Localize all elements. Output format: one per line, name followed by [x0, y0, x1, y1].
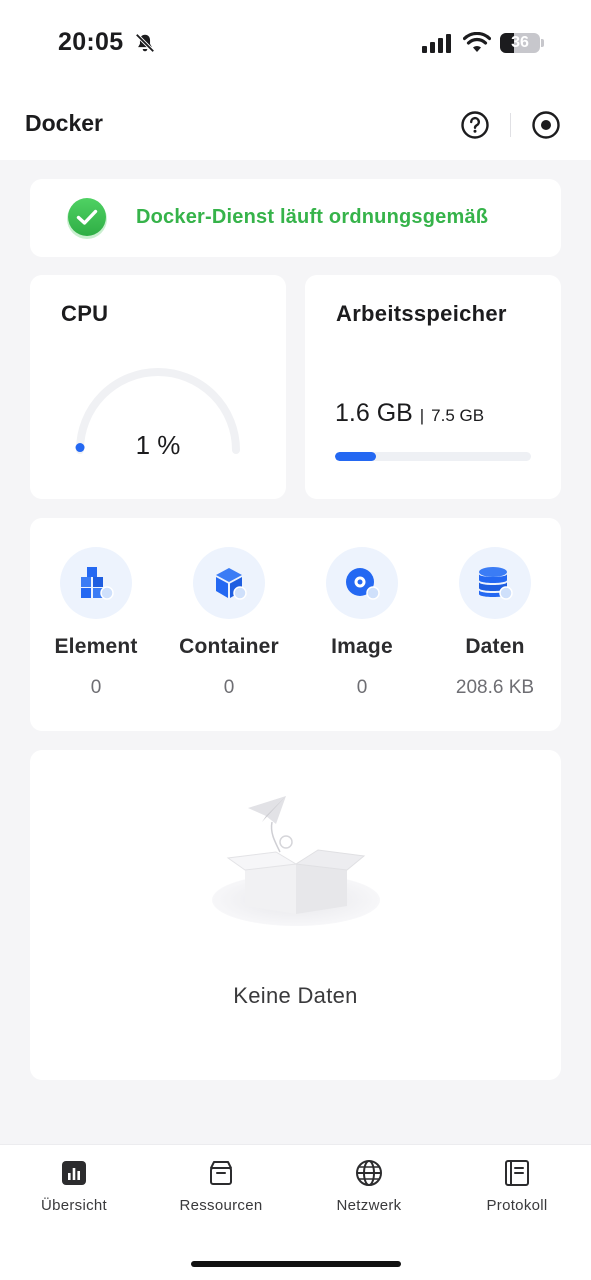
battery-level: 36: [511, 34, 529, 51]
stat-image-label: Image: [331, 635, 393, 658]
empty-box-illustration: [212, 796, 380, 926]
status-time: 20:05: [58, 28, 124, 56]
stat-element[interactable]: Element 0: [30, 547, 162, 699]
archive-icon: [210, 1161, 232, 1185]
bell-muted-icon: [135, 33, 155, 53]
memory-used-value: 1.6 GB: [335, 399, 413, 427]
chart-icon: [62, 1161, 86, 1185]
wifi-icon: [463, 32, 491, 52]
stat-element-label: Element: [54, 635, 138, 658]
service-status-text: Docker-Dienst läuft ordnungsgemäß: [136, 206, 489, 228]
memory-separator: |: [419, 406, 425, 425]
app-header: Docker: [0, 88, 591, 160]
empty-state-card: Keine Daten: [30, 750, 561, 1080]
bottom-tab-bar: Übersicht Ressourcen Netzwerk Protokoll: [0, 1144, 591, 1280]
battery-indicator: 36: [500, 33, 540, 53]
cpu-title: CPU: [61, 301, 109, 326]
service-status-card: Docker-Dienst läuft ordnungsgemäß: [30, 179, 561, 257]
disc-image-icon: [326, 547, 398, 619]
cpu-value: 1 %: [135, 430, 181, 460]
tab-protokoll[interactable]: Protokoll: [447, 1159, 587, 1214]
stat-daten[interactable]: Daten 208.6 KB: [429, 547, 561, 699]
empty-state-text: Keine Daten: [233, 983, 358, 1008]
tab-protokoll-label: Protokoll: [486, 1197, 548, 1214]
memory-title: Arbeitsspeicher: [336, 301, 507, 326]
cubes-icon: [60, 547, 132, 619]
battery-nub: [541, 39, 544, 47]
stat-daten-label: Daten: [465, 635, 525, 658]
check-circle-icon: [67, 198, 107, 239]
stat-element-value: 0: [90, 677, 102, 698]
tab-ressourcen-label: Ressourcen: [179, 1197, 263, 1214]
status-bar: 20:05 36: [0, 0, 591, 88]
memory-progress-bar: [335, 452, 531, 461]
stat-image-value: 0: [356, 677, 368, 698]
stat-daten-value: 208.6 KB: [455, 677, 535, 698]
home-indicator: [191, 1261, 401, 1267]
container-box-icon: [193, 547, 265, 619]
memory-card[interactable]: Arbeitsspeicher 1.6 GB | 7.5 GB: [305, 275, 561, 499]
stat-container[interactable]: Container 0: [163, 547, 295, 699]
record-button[interactable]: [531, 110, 561, 140]
resource-stats-card: Element 0 Container 0 Image 0 Daten 208.…: [30, 518, 561, 731]
stat-container-label: Container: [179, 635, 279, 658]
tab-uebersicht-label: Übersicht: [40, 1197, 108, 1214]
tab-netzwerk-label: Netzwerk: [336, 1197, 402, 1214]
tab-netzwerk[interactable]: Netzwerk: [299, 1159, 439, 1214]
memory-progress-fill: [335, 452, 377, 461]
memory-total-value: 7.5 GB: [431, 406, 485, 425]
database-icon: [459, 547, 531, 619]
tab-uebersicht[interactable]: Übersicht: [4, 1159, 144, 1214]
stat-image[interactable]: Image 0: [296, 547, 428, 699]
cpu-card[interactable]: CPU 1 %: [30, 275, 286, 499]
stat-container-value: 0: [223, 677, 235, 698]
log-book-icon: [505, 1160, 529, 1186]
tab-ressourcen[interactable]: Ressourcen: [151, 1159, 291, 1214]
page-title: Docker: [25, 110, 103, 136]
globe-icon: [356, 1160, 382, 1186]
cellular-signal-icon: [422, 34, 451, 53]
header-divider: [510, 113, 511, 137]
help-button[interactable]: [460, 110, 490, 140]
memory-usage: 1.6 GB | 7.5 GB: [335, 399, 484, 428]
